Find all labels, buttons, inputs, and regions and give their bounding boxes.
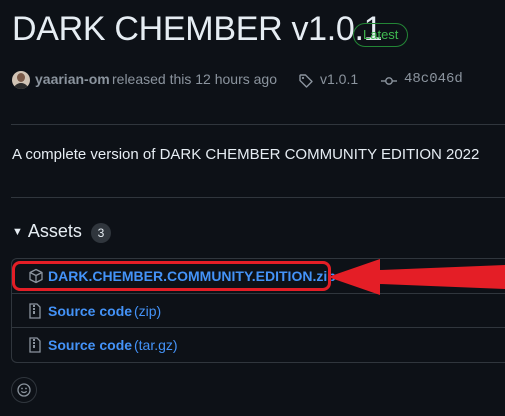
release-description: A complete version of DARK CHEMBER COMMU…	[12, 146, 480, 163]
red-arrow-annotation	[328, 257, 505, 302]
divider	[11, 124, 505, 125]
assets-toggle[interactable]: ▼ Assets	[12, 221, 82, 242]
assets-count-badge: 3	[91, 223, 111, 243]
highlight-box	[12, 261, 331, 291]
author-link[interactable]: yaarian-om	[35, 71, 110, 87]
source-code-zip-link[interactable]: Source code	[48, 303, 132, 319]
file-zip-icon	[29, 337, 41, 358]
asset-format-label[interactable]: (zip)	[134, 303, 161, 319]
avatar[interactable]	[12, 71, 30, 89]
commit-icon	[381, 74, 397, 93]
divider	[11, 197, 505, 198]
asset-format-label[interactable]: (tar.gz)	[134, 337, 178, 353]
assets-heading: Assets	[27, 221, 82, 241]
tag-icon	[298, 73, 314, 94]
release-title: DARK CHEMBER v1.0.1	[12, 10, 383, 48]
file-zip-icon	[29, 303, 41, 324]
tag-link[interactable]: v1.0.1	[320, 71, 358, 87]
caret-down-icon: ▼	[12, 226, 23, 238]
released-text: released this 12 hours ago	[112, 71, 277, 87]
latest-badge: Latest	[353, 23, 409, 47]
source-code-targz-link[interactable]: Source code	[48, 337, 132, 353]
add-reaction-button[interactable]	[11, 377, 37, 403]
commit-link[interactable]: 48c046d	[404, 71, 463, 87]
asset-row[interactable]: Source code (tar.gz)	[12, 327, 505, 362]
